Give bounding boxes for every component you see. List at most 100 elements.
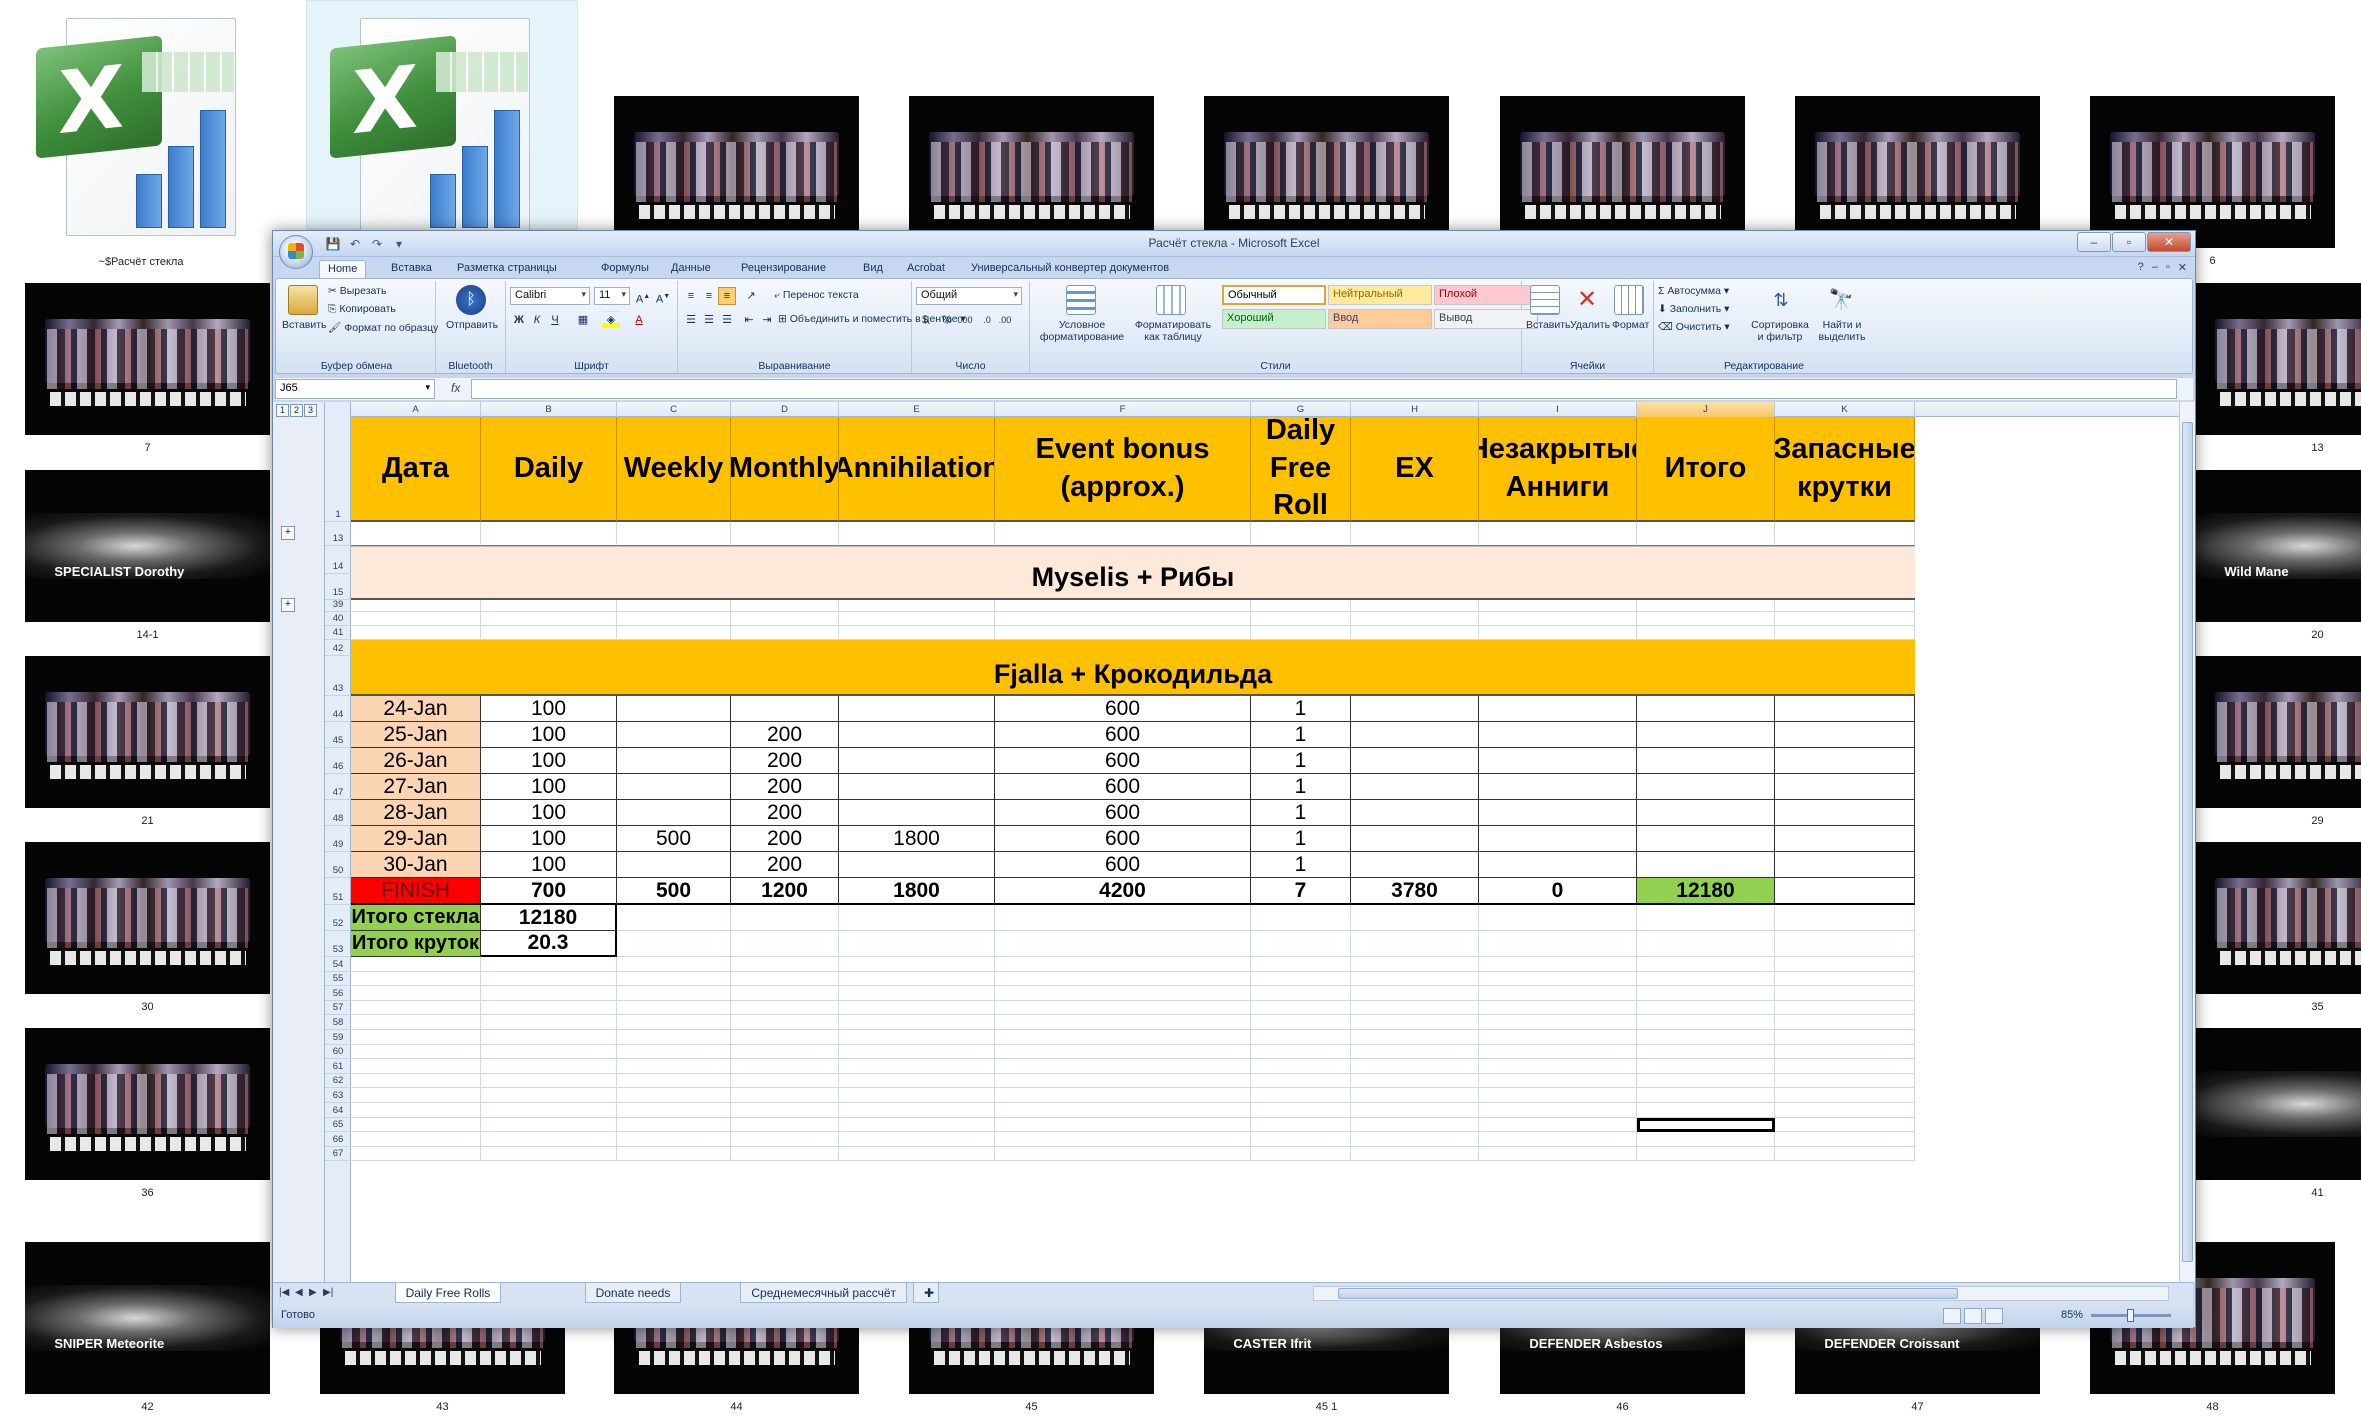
total-cell[interactable]: 12180 bbox=[1637, 878, 1775, 905]
cell[interactable] bbox=[617, 1015, 731, 1030]
maximize-button[interactable]: ▫ bbox=[2112, 232, 2146, 252]
cell[interactable] bbox=[1351, 957, 1479, 972]
font-size-select[interactable]: 11 bbox=[594, 287, 630, 305]
finish-label-cell[interactable]: FINISH bbox=[351, 878, 481, 905]
cell[interactable] bbox=[839, 1103, 995, 1118]
cell[interactable] bbox=[1351, 612, 1479, 626]
cell[interactable] bbox=[617, 1118, 731, 1133]
cell[interactable] bbox=[351, 1103, 481, 1118]
cell[interactable] bbox=[481, 612, 617, 626]
first-sheet-icon[interactable]: |◀ bbox=[279, 1287, 289, 1298]
align-center-icon[interactable]: ☰ bbox=[700, 311, 718, 329]
cell[interactable] bbox=[351, 522, 481, 546]
column-header[interactable]: A bbox=[351, 402, 481, 417]
date-cell[interactable]: 30-Jan bbox=[351, 852, 481, 878]
cell[interactable] bbox=[839, 600, 995, 612]
cell[interactable] bbox=[1637, 1030, 1775, 1045]
cell[interactable] bbox=[1351, 972, 1479, 987]
row-header[interactable]: 43 bbox=[325, 656, 351, 696]
cell[interactable] bbox=[1775, 1015, 1915, 1030]
cell[interactable] bbox=[1775, 986, 1915, 1001]
cell[interactable] bbox=[1251, 905, 1351, 931]
row-header[interactable]: 15 bbox=[325, 574, 351, 600]
ribbon-tab[interactable]: Вставка bbox=[383, 260, 440, 279]
value-cell[interactable]: 100 bbox=[481, 774, 617, 800]
cell[interactable] bbox=[1479, 522, 1637, 546]
borders-icon[interactable]: ▦ bbox=[574, 311, 592, 329]
cell[interactable] bbox=[481, 1030, 617, 1045]
row-header[interactable]: 64 bbox=[325, 1103, 351, 1118]
total-cell[interactable]: 1200 bbox=[731, 878, 839, 905]
cell[interactable] bbox=[839, 1118, 995, 1133]
cell-style-item[interactable]: Ввод bbox=[1328, 309, 1432, 329]
value-cell[interactable] bbox=[1351, 826, 1479, 852]
insert-cells-button[interactable]: Вставить bbox=[1526, 319, 1571, 331]
value-cell[interactable] bbox=[1637, 800, 1775, 826]
cell[interactable] bbox=[617, 1001, 731, 1016]
value-cell[interactable]: 200 bbox=[731, 800, 839, 826]
cell[interactable] bbox=[1251, 522, 1351, 546]
cell[interactable] bbox=[351, 626, 481, 640]
cell[interactable] bbox=[995, 1001, 1251, 1016]
cell[interactable] bbox=[1775, 612, 1915, 626]
cell[interactable] bbox=[1351, 1147, 1479, 1162]
image-thumbnail[interactable]: 29 bbox=[2195, 656, 2361, 834]
cell[interactable] bbox=[1637, 931, 1775, 957]
prev-sheet-icon[interactable]: ◀ bbox=[295, 1287, 303, 1298]
cell[interactable] bbox=[1251, 1088, 1351, 1103]
row-header[interactable]: 54 bbox=[325, 957, 351, 972]
image-thumbnail[interactable]: 13 bbox=[2195, 283, 2361, 461]
summary-label-cell[interactable]: Итого стекла bbox=[351, 905, 481, 931]
cell[interactable] bbox=[1479, 1030, 1637, 1045]
format-painter-button[interactable]: 🖌 Формат по образцу bbox=[328, 321, 438, 334]
cell[interactable] bbox=[1637, 905, 1775, 931]
value-cell[interactable]: 600 bbox=[995, 696, 1251, 722]
cell[interactable] bbox=[1479, 986, 1637, 1001]
wrap-text-button[interactable]: ⤶ Перенос текста bbox=[774, 289, 859, 302]
date-cell[interactable]: 27-Jan bbox=[351, 774, 481, 800]
ribbon-tab[interactable]: Данные bbox=[663, 260, 719, 279]
cell[interactable] bbox=[731, 1147, 839, 1162]
cell[interactable] bbox=[1637, 986, 1775, 1001]
align-top-icon[interactable]: ≡ bbox=[682, 287, 700, 305]
column-title-cell[interactable]: Daily Free Roll bbox=[1251, 417, 1351, 522]
cell[interactable] bbox=[731, 1059, 839, 1074]
row-header[interactable]: 39 bbox=[325, 600, 351, 612]
last-sheet-icon[interactable]: ▶| bbox=[323, 1287, 333, 1298]
cell[interactable] bbox=[1479, 600, 1637, 612]
value-cell[interactable] bbox=[1637, 722, 1775, 748]
cell[interactable] bbox=[617, 1030, 731, 1045]
cell[interactable] bbox=[731, 600, 839, 612]
cell[interactable] bbox=[1251, 1059, 1351, 1074]
cell[interactable] bbox=[995, 1074, 1251, 1089]
align-right-icon[interactable]: ☰ bbox=[718, 311, 736, 329]
page-layout-view-icon[interactable] bbox=[1964, 1308, 1982, 1324]
cell[interactable] bbox=[481, 1074, 617, 1089]
total-cell[interactable]: 1800 bbox=[839, 878, 995, 905]
cell[interactable] bbox=[1251, 1103, 1351, 1118]
cell[interactable] bbox=[1351, 1103, 1479, 1118]
thousands-icon[interactable]: 000 bbox=[956, 311, 974, 329]
value-cell[interactable]: 100 bbox=[481, 722, 617, 748]
cell[interactable] bbox=[481, 626, 617, 640]
value-cell[interactable] bbox=[1775, 748, 1915, 774]
cell[interactable] bbox=[995, 1015, 1251, 1030]
value-cell[interactable] bbox=[1351, 748, 1479, 774]
formula-input[interactable] bbox=[471, 379, 2177, 399]
percent-icon[interactable]: % bbox=[938, 311, 956, 329]
cell[interactable] bbox=[481, 1147, 617, 1162]
value-cell[interactable] bbox=[1351, 800, 1479, 826]
value-cell[interactable] bbox=[1479, 748, 1637, 774]
column-title-cell[interactable]: Event bonus (approx.) bbox=[995, 417, 1251, 522]
value-cell[interactable]: 500 bbox=[617, 826, 731, 852]
ribbon-tab[interactable]: Acrobat bbox=[899, 260, 953, 279]
minimize-button[interactable]: – bbox=[2077, 232, 2111, 252]
cell[interactable] bbox=[1775, 905, 1915, 931]
cell[interactable] bbox=[481, 1088, 617, 1103]
cell[interactable] bbox=[1351, 1074, 1479, 1089]
cell[interactable] bbox=[1351, 1059, 1479, 1074]
cell[interactable] bbox=[839, 1030, 995, 1045]
cell[interactable] bbox=[1479, 612, 1637, 626]
cell[interactable] bbox=[995, 931, 1251, 957]
cell[interactable] bbox=[617, 1045, 731, 1060]
